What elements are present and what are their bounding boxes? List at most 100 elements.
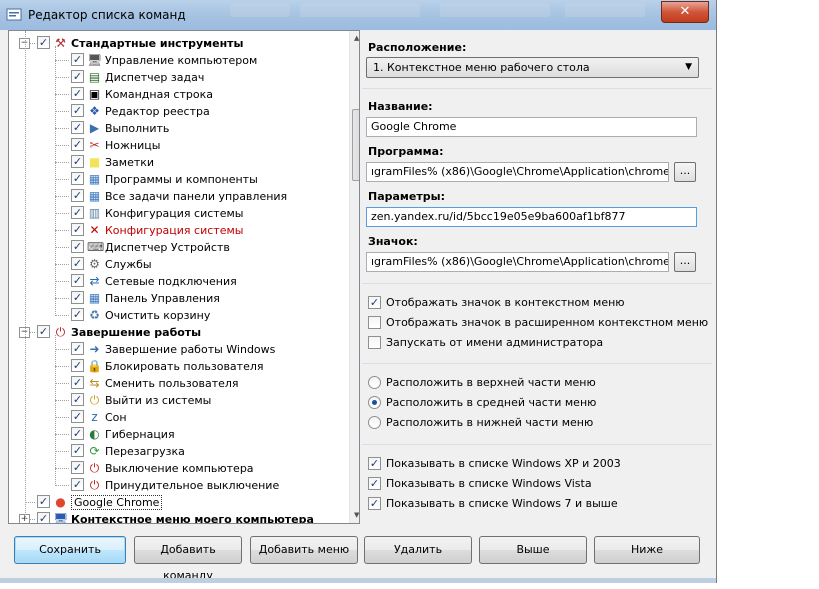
tree-checkbox[interactable]: ✓ (71, 87, 84, 100)
tree-group[interactable]: − ✓ ⚒ Стандартные инструменты (9, 35, 347, 52)
services-icon: ⚙ (89, 257, 100, 271)
tree-checkbox[interactable]: ✓ (71, 70, 84, 83)
tree-checkbox[interactable]: ✓ (37, 512, 50, 523)
command-tree[interactable]: ▲ ▼ − ✓ ⚒ Стандартные инструменты ✓ 🖥 Управлен… (8, 30, 360, 524)
tree-item[interactable]: ✓ ⇄ Сетевые подключения (9, 273, 347, 290)
tree-item[interactable]: ✓ z Сон (9, 409, 347, 426)
delete-button[interactable]: Удалить (364, 536, 472, 564)
tree-group[interactable]: ✓ ● Google Chrome (9, 494, 347, 511)
tree-checkbox[interactable]: ✓ (71, 121, 84, 134)
tree-checkbox[interactable]: ✓ (71, 257, 84, 270)
radio-circle[interactable] (368, 416, 381, 429)
tree-checkbox[interactable]: ✓ (71, 393, 84, 406)
tree-checkbox[interactable]: ✓ (71, 274, 84, 287)
tree-item[interactable]: ✓ ▦ Все задачи панели управления (9, 188, 347, 205)
tree-item[interactable]: ✓ ♻ Очистить корзину (9, 307, 347, 324)
tree-checkbox[interactable]: ✓ (71, 291, 84, 304)
divider (362, 444, 712, 445)
tree-checkbox[interactable]: ✓ (71, 308, 84, 321)
tree-checkbox[interactable]: ✓ (71, 206, 84, 219)
tree-item[interactable]: ✓ 🔒 Блокировать пользователя (9, 358, 347, 375)
divider (362, 88, 712, 89)
tree-checkbox[interactable]: ✓ (37, 495, 50, 508)
tree-item[interactable]: ✓ ⏻ Выключение компьютера (9, 460, 347, 477)
add-menu-button[interactable]: Добавить меню (250, 536, 358, 564)
checkbox-box[interactable]: ✓ (368, 497, 381, 510)
checkbox-label: Отображать значок в расширенном контекст… (386, 316, 709, 329)
scrollbar-thumb[interactable] (352, 109, 359, 181)
tree-checkbox[interactable]: ✓ (71, 189, 84, 202)
tree-checkbox[interactable]: ✓ (37, 36, 50, 49)
tree-item[interactable]: ✓ ■ Заметки (9, 154, 347, 171)
tree-item[interactable]: ✓ ▶ Выполнить (9, 120, 347, 137)
location-select[interactable]: 1. Контекстное меню рабочего стола ▼ (366, 57, 699, 78)
checkbox-box[interactable] (368, 316, 381, 329)
tree-item[interactable]: ✓ ▥ Конфигурация системы (9, 205, 347, 222)
name-field[interactable]: Google Chrome (366, 117, 697, 137)
tree-item[interactable]: ✓ ▤ Диспетчер задач (9, 69, 347, 86)
cmd-icon: ▣ (88, 87, 101, 101)
tree-item-label: Гибернация (105, 428, 175, 441)
icon-path-field[interactable]: ıgramFiles% (x86)\Google\Chrome\Applicat… (366, 252, 669, 272)
force-shutdown-icon: ⏻ (89, 478, 100, 492)
tree-checkbox[interactable]: ✓ (71, 172, 84, 185)
checkbox-box[interactable]: ✓ (368, 296, 381, 309)
tree-checkbox[interactable]: ✓ (71, 53, 84, 66)
tree-checkbox[interactable]: ✓ (71, 461, 84, 474)
radio-circle[interactable] (368, 396, 381, 409)
tree-checkbox[interactable]: ✓ (71, 240, 84, 253)
tree-item[interactable]: ✓ ▣ Командная строка (9, 86, 347, 103)
my-computer-icon: 🖥 (53, 512, 69, 524)
tree-item[interactable]: ✓ ▦ Программы и компоненты (9, 171, 347, 188)
tree-item[interactable]: ✓ ⚙ Службы (9, 256, 347, 273)
add-command-button[interactable]: Добавить команду (134, 536, 242, 582)
tree-connector (25, 31, 26, 519)
tree-group[interactable]: + ✓ 🖥 Контекстное меню моего компьютера (9, 511, 347, 524)
tree-item[interactable]: ✓ ▦ Панель Управления (9, 290, 347, 307)
tree-item[interactable]: ✓ 🖥 Управление компьютером (9, 52, 347, 69)
tree-item[interactable]: ✓ ◐ Гибернация (9, 426, 347, 443)
radio-circle[interactable] (368, 376, 381, 389)
tree-checkbox[interactable]: ✓ (71, 376, 84, 389)
tree-checkbox[interactable]: ✓ (71, 223, 84, 236)
tree-checkbox[interactable]: ✓ (71, 138, 84, 151)
tree-checkbox[interactable]: ✓ (71, 359, 84, 372)
tree-item[interactable]: ✓ ⟳ Перезагрузка (9, 443, 347, 460)
tree-item[interactable]: ✓ ❖ Редактор реестра (9, 103, 347, 120)
power-off-icon: ⏻ (89, 461, 100, 475)
browse-program-button[interactable]: ... (674, 162, 696, 182)
tree-item[interactable]: ✓ ⇆ Сменить пользователя (9, 375, 347, 392)
tree-checkbox[interactable]: ✓ (71, 104, 84, 117)
tree-item[interactable]: ✓ ⌨ Диспетчер Устройств (9, 239, 347, 256)
tree-item-label: Перезагрузка (105, 445, 185, 458)
tree-item[interactable]: ✓ ⏻ Принудительное выключение (9, 477, 347, 494)
save-button[interactable]: Сохранить (14, 536, 126, 564)
checkbox-box[interactable]: ✓ (368, 457, 381, 470)
move-down-button[interactable]: Ниже (594, 536, 700, 564)
tree-checkbox[interactable]: ✓ (71, 478, 84, 491)
tree-item[interactable]: ✓ ✂ Ножницы (9, 137, 347, 154)
tree-item[interactable]: ✓ ➜ Завершение работы Windows (9, 341, 347, 358)
scroll-up-icon[interactable]: ▲ (354, 34, 359, 42)
tree-checkbox[interactable]: ✓ (71, 427, 84, 440)
tree-checkbox[interactable]: ✓ (37, 325, 50, 338)
scroll-down-icon[interactable]: ▼ (354, 511, 359, 519)
program-field[interactable]: ıgramFiles% (x86)\Google\Chrome\Applicat… (366, 162, 669, 182)
tree-checkbox[interactable]: ✓ (71, 155, 84, 168)
chrome-icon: ● (55, 495, 66, 509)
tree-checkbox[interactable]: ✓ (71, 444, 84, 457)
title-bar[interactable]: Редактор списка команд ✕ (0, 0, 716, 30)
checkbox-box[interactable]: ✓ (368, 477, 381, 490)
browse-icon-button[interactable]: ... (674, 252, 696, 272)
tree-checkbox[interactable]: ✓ (71, 342, 84, 355)
tree-scrollbar[interactable]: ▲ ▼ (349, 31, 359, 523)
params-field[interactable]: zen.yandex.ru/id/5bcc19e05e9ba600af1bf87… (366, 207, 697, 227)
tree-checkbox[interactable]: ✓ (71, 410, 84, 423)
tree-item[interactable]: ✓ ⏻ Выйти из системы (9, 392, 347, 409)
tree-group[interactable]: − ✓ ⏻ Завершение работы (9, 324, 347, 341)
move-up-button[interactable]: Выше (479, 536, 587, 564)
error-x-icon: ✕ (89, 223, 100, 237)
tree-item[interactable]: ✓ ✕ Конфигурация системы (9, 222, 347, 239)
checkbox-box[interactable] (368, 336, 381, 349)
close-button[interactable]: ✕ (661, 1, 709, 23)
